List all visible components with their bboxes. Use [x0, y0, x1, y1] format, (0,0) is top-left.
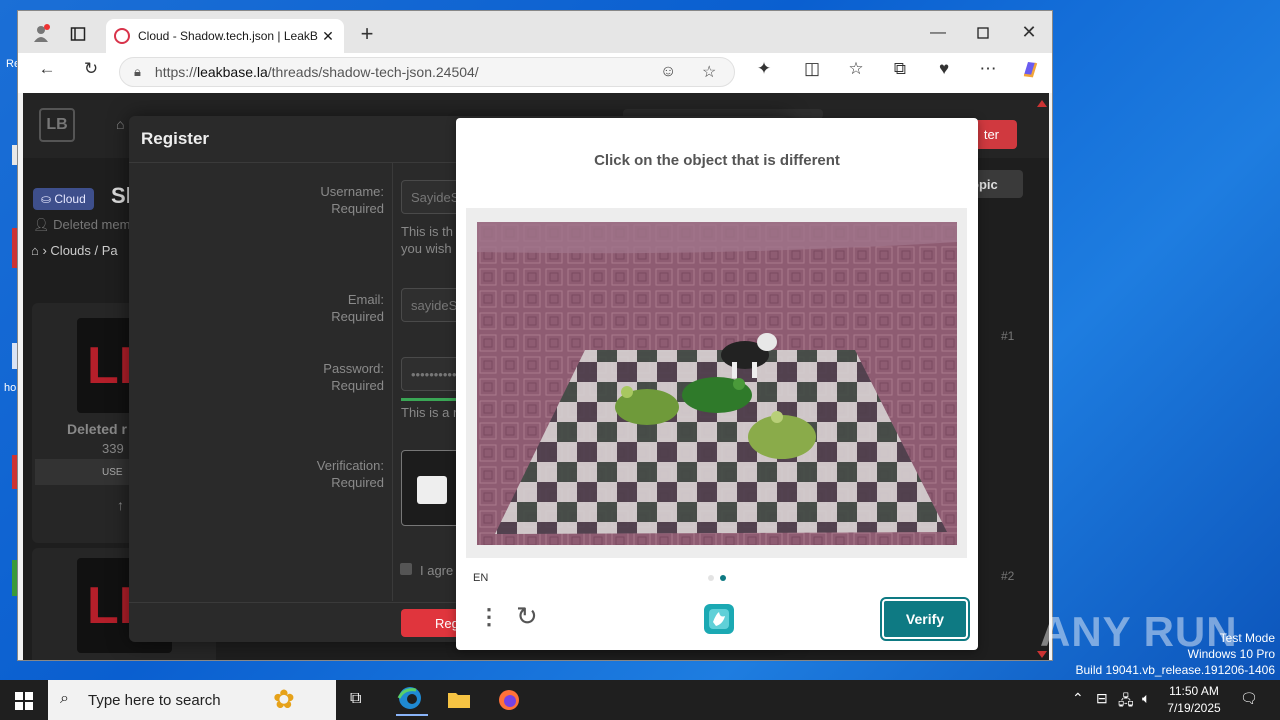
show-hidden-icons[interactable]: ⌃ — [1072, 690, 1084, 707]
username-hint: This is th you wish — [401, 224, 454, 256]
captcha-prompt: Click on the object that is different — [594, 152, 840, 169]
category-badge-label: Cloud — [54, 192, 86, 206]
taskbar: ⌕ Type here to search ✿ ⧉ ⌃ ⊟ 🖧︎ 🔈︎ 11:5… — [0, 680, 1280, 720]
maximize-icon[interactable] — [968, 23, 998, 43]
favorites-icon[interactable]: ☆ — [844, 59, 868, 79]
frog-object[interactable] — [682, 377, 752, 413]
taskbar-clock[interactable]: 11:50 AM 7/19/2025 — [1160, 683, 1228, 717]
edge-taskbar-icon[interactable] — [396, 684, 428, 716]
back-icon[interactable]: ← — [35, 59, 59, 79]
new-tab-icon[interactable]: + — [356, 21, 378, 46]
test-mode-label: Test Mode Windows 10 Pro Build 19041.vb_re… — [1075, 631, 1276, 677]
page-indicator-dot — [708, 575, 714, 581]
verify-button[interactable]: Verify — [880, 597, 970, 641]
register-form-labels: Username: Required Email: Required Passwor… — [129, 163, 393, 601]
extensions-icon[interactable]: ✦ — [752, 59, 776, 79]
split-screen-icon[interactable]: ◫ — [800, 59, 824, 79]
post-author-name[interactable]: Deleted r — [67, 421, 127, 437]
url-prefix: https:// — [154, 64, 197, 80]
hcaptcha-logo-icon — [702, 602, 736, 641]
reaction-arrow-icon[interactable]: ↑ — [117, 497, 124, 513]
search-placeholder: Type here to search — [88, 691, 221, 709]
volume-icon[interactable]: 🔈︎ — [1142, 690, 1150, 707]
scroll-up-arrow-icon[interactable] — [1037, 100, 1047, 107]
tab-title: Cloud - Shadow.tech.json | LeakB — [138, 29, 318, 43]
email-label: Email: Required — [331, 292, 384, 324]
lock-icon: 🔒︎ — [134, 64, 141, 79]
verification-label: Verification: Required — [316, 458, 384, 490]
reader-icon[interactable]: ☺ — [660, 63, 676, 81]
firefox-icon[interactable] — [497, 688, 521, 717]
copilot-icon[interactable] — [1018, 59, 1042, 84]
address-bar[interactable]: 🔒︎ https://leakbase.la/threads/shadow-te… — [119, 57, 735, 87]
profile-icon[interactable] — [30, 22, 52, 44]
username-label: Username: Required — [320, 184, 384, 216]
more-options-icon[interactable]: ⋮ — [478, 606, 500, 628]
captcha-checkbox[interactable] — [417, 476, 447, 504]
captcha-image[interactable] — [477, 222, 957, 545]
file-explorer-icon[interactable] — [448, 690, 470, 713]
start-icon[interactable] — [15, 692, 33, 715]
collections-icon[interactable]: ⧉ — [888, 59, 912, 79]
taskbar-search-box[interactable]: ⌕ Type here to search ✿ — [48, 680, 336, 720]
language-selector[interactable]: EN — [473, 572, 488, 584]
leakbase-favicon-icon — [114, 28, 130, 44]
thread-author: 👤︎ Deleted mem — [33, 217, 131, 232]
refresh-icon[interactable]: ↻ — [79, 59, 103, 79]
search-icon: ⌕ — [60, 690, 69, 707]
url-host: leakbase.la — [196, 64, 268, 80]
close-tab-icon[interactable]: ✕ — [320, 28, 336, 45]
captcha-image-frame — [466, 208, 967, 558]
tray-app-icon[interactable]: ⊟ — [1096, 690, 1108, 707]
page-indicator-dot-active — [720, 575, 726, 581]
agree-checkbox[interactable] — [400, 563, 412, 575]
agree-label: I agre — [420, 563, 454, 578]
captcha-challenge: Click on the object that is different EN… — [456, 118, 978, 650]
home-icon: ⌂ — [31, 243, 39, 258]
search-highlight-icon: ✿ — [273, 684, 295, 714]
site-logo[interactable]: LB — [39, 108, 75, 142]
url-path: /threads/shadow-tech-json.24504/ — [267, 64, 479, 80]
refresh-challenge-icon[interactable]: ↻ — [516, 603, 538, 629]
favorite-star-icon[interactable]: ☆ — [702, 62, 716, 82]
tab-actions-icon[interactable] — [68, 24, 88, 44]
notifications-icon[interactable]: 🗨︎ — [1240, 690, 1258, 707]
network-icon[interactable]: 🖧︎ — [1118, 690, 1134, 714]
minimize-icon[interactable]: — — [923, 23, 953, 43]
address-toolbar: ← ↻ 🔒︎ https://leakbase.la/threads/shado… — [18, 53, 1052, 93]
post-number[interactable]: #2 — [1001, 569, 1014, 583]
breadcrumb[interactable]: ⌂ › Clouds / Pa — [31, 243, 118, 258]
category-badge[interactable]: ⛀ Cloud — [33, 188, 94, 210]
more-icon[interactable]: ⋯ — [976, 59, 1000, 79]
password-label: Password: Required — [323, 361, 384, 393]
post-number[interactable]: #1 — [1001, 329, 1014, 343]
tab-active[interactable]: Cloud - Shadow.tech.json | LeakB ✕ — [106, 19, 344, 53]
task-view-icon[interactable]: ⧉ — [350, 690, 361, 708]
performance-icon[interactable]: ♥ — [932, 59, 956, 79]
post-count: 339 — [102, 441, 124, 456]
home-icon[interactable]: ⌂ — [116, 116, 124, 132]
tab-bar: Cloud - Shadow.tech.json | LeakB ✕ + — ✕ — [18, 11, 1052, 53]
close-window-icon[interactable]: ✕ — [1014, 22, 1044, 42]
